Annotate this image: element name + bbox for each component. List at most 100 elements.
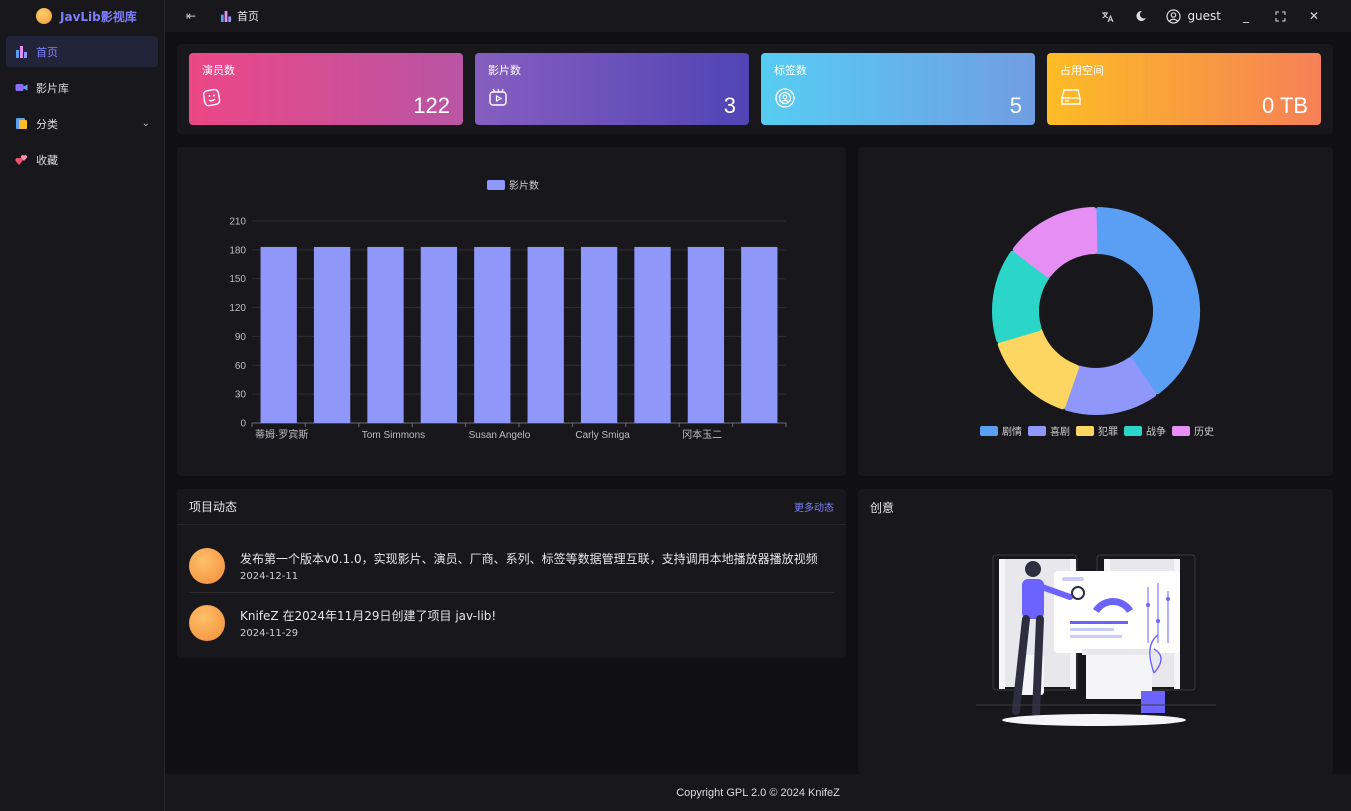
stats-panel: 演员数 122 影片数 3 标签数 5 占用空间 0 TB [177,44,1333,134]
legend-label: 战争 [1146,425,1166,438]
dark-mode-icon[interactable] [1124,10,1158,22]
bar [367,246,404,423]
sidebar-item-label: 分类 [36,117,58,131]
bar [634,246,671,423]
x-tick-label: Carly Smiga [575,430,630,441]
breadcrumb[interactable]: 首页 [220,8,259,24]
maximize-icon[interactable] [1263,11,1297,22]
legend-label: 影片数 [509,179,539,192]
films-bar-chart-card: 影片数 0 30 60 90 120 150 180 210 蒂姆·罗宾斯 Tom Simmons S… [177,147,846,476]
sidebar-item-label: 收藏 [36,153,58,167]
legend-label: 剧情 [1002,425,1022,438]
idea-header: 创意 [858,489,1333,525]
y-tick-label: 120 [229,303,246,314]
main-content: 演员数 122 影片数 3 标签数 5 占用空间 0 TB 影片数 0 30 6… [165,32,1351,774]
logo-icon [36,8,52,24]
avatar [189,605,225,641]
bar [474,246,511,423]
legend-label: 犯罪 [1098,426,1118,438]
activity-text: 发布第一个版本v0.1.0，实现影片、演员、厂商、系列、标签等数据管理互联，支持… [240,552,818,566]
stat-label: 占用空间 [1060,64,1104,77]
bar [687,246,725,423]
film-icon [488,87,508,107]
legend-swatch [1076,426,1094,436]
bar-chart-icon [220,10,232,22]
stat-value: 3 [723,93,736,118]
stat-card-tags[interactable]: 标签数 5 [761,53,1035,125]
sidebar-item-films[interactable]: 影片库 [6,72,158,103]
dashboard-illustration [976,554,1216,726]
activity-text: KnifeZ 在2024年11月29日创建了项目 jav-lib! [240,609,497,623]
sidebar-menu: 首页 影片库 分类 ⌄ 收藏 [0,32,164,184]
hearts-icon [15,153,28,166]
idea-card: 创意 [858,489,1333,774]
category-icon [15,117,28,130]
legend-swatch [980,426,998,436]
stat-value: 122 [413,93,450,118]
x-tick-label: Susan Angelo [469,430,531,441]
header-actions: guest _ ✕ [1090,8,1351,24]
legend-swatch [1172,426,1190,436]
more-activity-link[interactable]: 更多动态 [794,499,834,514]
bar [313,246,351,423]
category-pie-chart-card: 剧情 喜剧 犯罪 战争 历史 [858,147,1333,476]
sidebar: JavLib影视库 首页 影片库 分类 ⌄ 收藏 [0,0,165,811]
list-item[interactable]: KnifeZ 在2024年11月29日创建了项目 jav-lib! 2024-1… [189,594,834,651]
activity-header: 项目动态 更多动态 [177,489,846,525]
bar [741,246,778,423]
stat-card-films[interactable]: 影片数 3 [475,53,749,125]
menu-collapse-icon[interactable]: ⇤ [184,9,198,23]
legend-swatch [487,180,505,190]
x-tick-label: Tom Simmons [362,430,425,441]
video-camera-icon [15,81,28,94]
list-item[interactable]: 发布第一个版本v0.1.0，实现影片、演员、厂商、系列、标签等数据管理互联，支持… [189,537,834,594]
sidebar-item-home[interactable]: 首页 [6,36,158,67]
sidebar-item-favorites[interactable]: 收藏 [6,144,158,175]
stat-label: 标签数 [774,64,807,77]
sidebar-item-label: 首页 [36,45,58,59]
user-menu[interactable]: guest [1166,8,1221,24]
translate-icon[interactable] [1090,10,1124,23]
minimize-icon[interactable]: _ [1229,9,1263,23]
stat-card-storage[interactable]: 占用空间 0 TB [1047,53,1321,125]
y-tick-label: 210 [229,217,246,228]
legend-label: 历史 [1194,426,1214,438]
face-icon [202,87,222,107]
activity-card: 项目动态 更多动态 发布第一个版本v0.1.0，实现影片、演员、厂商、系列、标签… [177,489,846,658]
sidebar-item-category[interactable]: 分类 ⌄ [6,108,158,139]
legend-label: 喜剧 [1050,425,1070,438]
copyright-text: Copyright GPL 2.0 © 2024 KnifeZ [676,786,840,799]
tag-icon [774,87,795,108]
chart-legend: 影片数 [487,179,539,192]
activity-date: 2024-12-11 [240,571,299,582]
x-tick-label: 冈本玉二 [682,428,722,441]
brand[interactable]: JavLib影视库 [0,0,164,32]
disk-icon [1060,87,1081,107]
bar [420,246,458,423]
stat-label: 演员数 [202,64,235,77]
x-tick-label: 蒂姆·罗宾斯 [255,428,308,441]
donut-chart: 剧情 喜剧 犯罪 战争 历史 [980,207,1214,438]
chart-legend: 剧情 喜剧 犯罪 战争 历史 [980,425,1214,438]
bar [260,246,297,423]
bar [527,246,564,423]
y-tick-label: 180 [229,245,246,256]
stat-value: 0 TB [1261,93,1308,118]
pie-slice [1094,207,1200,395]
stat-card-actors[interactable]: 演员数 122 [189,53,463,125]
activity-title: 项目动态 [189,500,238,514]
legend-swatch [1028,426,1046,436]
breadcrumb-label: 首页 [237,10,259,23]
close-icon[interactable]: ✕ [1297,9,1331,23]
y-tick-label: 60 [235,361,247,372]
idea-title: 创意 [870,500,895,515]
chevron-down-icon[interactable]: ⌄ [142,118,150,129]
y-tick-label: 90 [235,332,247,343]
bar [580,246,618,423]
sidebar-item-label: 影片库 [36,81,69,95]
avatar [189,548,225,584]
activity-date: 2024-11-29 [240,628,299,639]
app-title: JavLib影视库 [60,9,137,24]
user-name: guest [1187,9,1221,23]
divider [189,592,834,593]
